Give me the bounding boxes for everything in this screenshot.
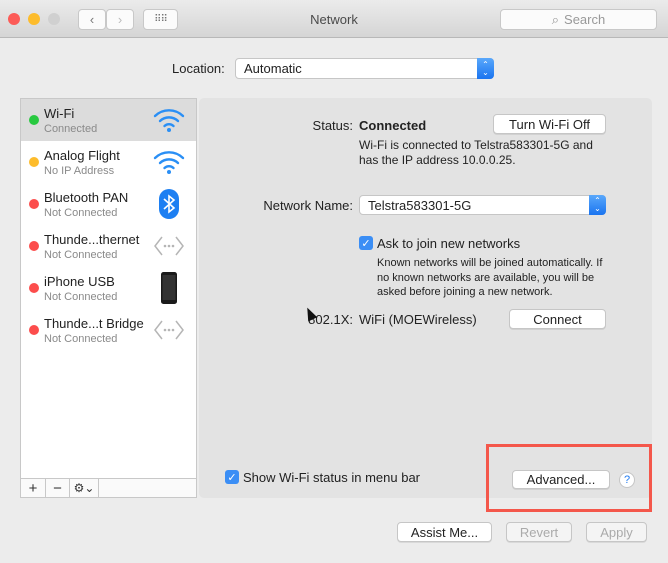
service-item[interactable]: Bluetooth PAN Not Connected <box>21 183 196 225</box>
status-label: Status: <box>312 118 353 133</box>
status-dot <box>29 325 39 335</box>
service-name: Bluetooth PAN <box>44 190 129 205</box>
dot1x-value: WiFi (MOEWireless) <box>359 312 477 327</box>
service-name: Thunde...thernet <box>44 232 140 247</box>
ask-desc-line: no known networks are available, you wil… <box>377 271 595 284</box>
service-item[interactable]: Thunde...thernet Not Connected <box>21 225 196 267</box>
show-status-label: Show Wi-Fi status in menu bar <box>243 470 421 485</box>
ask-join-label: Ask to join new networks <box>377 236 521 251</box>
location-value: Automatic <box>244 61 302 76</box>
search-placeholder: Search <box>564 12 606 27</box>
status-dot <box>29 283 39 293</box>
service-name: Thunde...t Bridge <box>44 316 144 331</box>
search-icon: ⌕ <box>551 11 560 27</box>
search-field[interactable]: ⌕ Search <box>500 9 657 30</box>
ask-desc-line: Known networks will be joined automatica… <box>377 257 603 269</box>
remove-service-button[interactable]: − <box>46 479 70 497</box>
location-label: Location: <box>172 61 225 76</box>
stepper-icon: ⌃ ⌄ <box>477 58 494 79</box>
status-dot <box>29 241 39 251</box>
service-list-toolbar: + − ⚙⌄ <box>21 478 196 497</box>
revert-button[interactable]: Revert <box>506 522 572 542</box>
location-popup[interactable]: Automatic ⌃ ⌄ <box>235 58 494 79</box>
status-dot <box>29 157 39 167</box>
ethernet-icon <box>152 315 186 345</box>
service-item[interactable]: Thunde...t Bridge Not Connected <box>21 309 196 351</box>
network-name-label: Network Name: <box>263 198 353 213</box>
assist-me-button[interactable]: Assist Me... <box>397 522 492 542</box>
gear-menu-button[interactable]: ⚙⌄ <box>70 479 99 497</box>
status-dot <box>29 199 39 209</box>
status-desc-line: Wi-Fi is connected to Telstra583301-5G a… <box>359 138 593 152</box>
service-list: Thunde...t Bridge Not Connected iPhone U… <box>20 98 197 498</box>
service-status: Connected <box>44 123 98 135</box>
ask-desc-line: asked before joining a new network. <box>377 286 553 298</box>
service-name: Analog Flight <box>44 148 120 163</box>
service-name: Wi-Fi <box>44 106 75 121</box>
wifi-icon <box>152 147 186 177</box>
connect-button[interactable]: Connect <box>509 309 606 329</box>
service-item[interactable]: Wi-Fi Connected <box>21 99 196 141</box>
service-status: Not Connected <box>44 333 118 345</box>
service-status: No IP Address <box>44 165 115 177</box>
network-name-value: Telstra583301-5G <box>368 197 472 213</box>
service-status: Not Connected <box>44 207 118 219</box>
add-service-button[interactable]: + <box>21 479 46 497</box>
highlight-box <box>486 444 652 512</box>
title-bar: ‹ › ⠿⠿ Network ⌕ Search <box>0 0 668 38</box>
service-item[interactable]: iPhone USB Not Connected <box>21 267 196 309</box>
turn-wifi-off-button[interactable]: Turn Wi-Fi Off <box>493 114 606 134</box>
service-status: Not Connected <box>44 249 118 261</box>
ask-join-checkbox[interactable]: ✓ <box>359 236 373 250</box>
status-desc-line: has the IP address 10.0.0.25. <box>359 153 516 167</box>
bluetooth-icon <box>152 189 186 219</box>
ethernet-icon <box>152 231 186 261</box>
ask-join-description: Known networks will be joined automatica… <box>377 256 602 300</box>
stepper-icon: ⌃ ⌄ <box>589 195 606 215</box>
status-dot <box>29 115 39 125</box>
wifi-icon <box>152 105 186 135</box>
network-name-popup[interactable]: Telstra583301-5G ⌃ ⌄ <box>359 195 606 215</box>
status-description: Wi-Fi is connected to Telstra583301-5G a… <box>359 138 593 168</box>
iphone-icon <box>152 272 186 304</box>
show-status-checkbox[interactable]: ✓ <box>225 470 239 484</box>
status-value: Connected <box>359 118 427 133</box>
service-name: iPhone USB <box>44 274 115 289</box>
apply-button[interactable]: Apply <box>586 522 647 542</box>
service-status: Not Connected <box>44 291 118 303</box>
detail-panel: Status: Connected Turn Wi-Fi Off Wi-Fi i… <box>199 98 652 498</box>
service-item[interactable]: Analog Flight No IP Address <box>21 141 196 183</box>
